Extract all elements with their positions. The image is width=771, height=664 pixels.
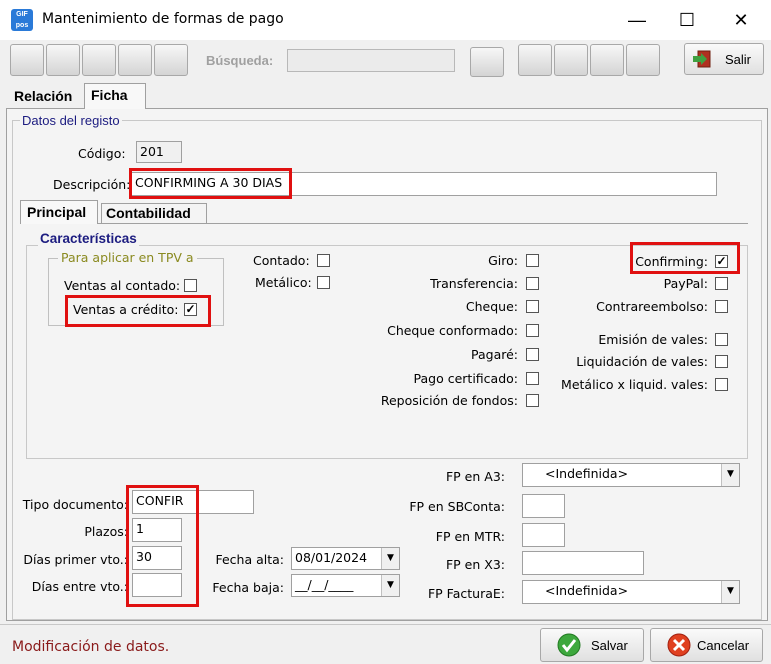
cancel-icon xyxy=(667,633,691,657)
highlight-plazos xyxy=(126,485,199,607)
metalico-liquid-vales-checkbox[interactable] xyxy=(715,378,728,391)
cheque-conformado-checkbox[interactable] xyxy=(526,324,539,337)
ventas-contado-checkbox[interactable] xyxy=(184,279,197,292)
save-button[interactable]: Salvar xyxy=(540,628,644,662)
emision-vales-label: Emisión de vales: xyxy=(598,332,708,347)
transferencia-checkbox[interactable] xyxy=(526,277,539,290)
status-message: Modificación de datos. xyxy=(12,639,170,655)
fp-a3-label: FP en A3: xyxy=(445,469,505,484)
tab-ficha[interactable]: Ficha xyxy=(84,83,146,109)
liquidacion-vales-checkbox[interactable] xyxy=(715,355,728,368)
tpv-group-title: Para aplicar en TPV a xyxy=(58,250,197,265)
fp-a3-select[interactable]: <Indefinida> ▼ xyxy=(522,463,740,487)
app-icon: GIF pos xyxy=(11,9,33,31)
fecha-baja-label: Fecha baja: xyxy=(212,580,284,595)
tab-relacion[interactable]: Relación xyxy=(14,88,72,104)
caracteristicas-title: Características xyxy=(38,231,139,246)
exit-button[interactable]: Salir xyxy=(684,43,764,75)
fp-facturae-dropdown-icon[interactable]: ▼ xyxy=(721,581,739,603)
minimize-button[interactable]: — xyxy=(612,0,662,40)
giro-checkbox[interactable] xyxy=(526,254,539,267)
fp-mtr-label: FP en MTR: xyxy=(435,529,505,544)
descripcion-label: Descripción: xyxy=(53,177,131,192)
cheque-label: Cheque: xyxy=(465,299,518,314)
fecha-alta-field[interactable]: 08/01/2024 ▼ xyxy=(291,547,400,570)
close-button[interactable]: ✕ xyxy=(716,0,766,40)
toolbar-button-3[interactable] xyxy=(82,44,116,76)
contrareembolso-label: Contrareembolso: xyxy=(596,299,708,314)
toolbar-button-8[interactable] xyxy=(554,44,588,76)
cancel-button[interactable]: Cancelar xyxy=(650,628,763,662)
dias-entre-label: Días entre vto.: xyxy=(31,579,128,594)
fp-sbconta-field[interactable] xyxy=(522,494,565,518)
fecha-baja-field[interactable]: __/__/____ ▼ xyxy=(291,574,400,597)
fp-mtr-field[interactable] xyxy=(522,523,565,547)
paypal-label: PayPal: xyxy=(663,276,708,291)
save-label: Salvar xyxy=(591,638,628,653)
search-label: Búsqueda: xyxy=(206,53,274,68)
toolbar-button-1[interactable] xyxy=(10,44,44,76)
check-icon xyxy=(557,633,581,657)
record-group-title: Datos del registo xyxy=(20,113,122,128)
fp-facturae-label: FP FacturaE: xyxy=(427,586,505,601)
fecha-baja-value: __/__/____ xyxy=(295,577,354,592)
fp-facturae-select[interactable]: <Indefinida> ▼ xyxy=(522,580,740,604)
fp-sbconta-label: FP en SBConta: xyxy=(409,499,505,514)
fp-x3-field[interactable] xyxy=(522,551,644,575)
search-input[interactable] xyxy=(287,49,455,72)
pagare-checkbox[interactable] xyxy=(526,348,539,361)
metalico-label: Metálico: xyxy=(255,275,312,290)
fp-x3-label: FP en X3: xyxy=(445,557,505,572)
exit-label: Salir xyxy=(725,52,752,67)
fecha-alta-label: Fecha alta: xyxy=(215,552,284,567)
tab-contabilidad[interactable]: Contabilidad xyxy=(101,203,207,224)
maximize-button[interactable]: ☐ xyxy=(662,0,712,40)
toolbar-button-9[interactable] xyxy=(590,44,624,76)
ventas-contado-label: Ventas al contado: xyxy=(64,278,181,293)
highlight-descripcion xyxy=(129,168,292,199)
highlight-confirming xyxy=(630,242,740,274)
window-title: Mantenimiento de formas de pago xyxy=(42,11,284,27)
contado-label: Contado: xyxy=(253,253,310,268)
tipo-documento-label: Tipo documento: xyxy=(22,497,128,512)
exit-icon xyxy=(693,50,711,68)
toolbar-button-4[interactable] xyxy=(118,44,152,76)
contrareembolso-checkbox[interactable] xyxy=(715,300,728,313)
emision-vales-checkbox[interactable] xyxy=(715,333,728,346)
liquidacion-vales-label: Liquidación de vales: xyxy=(576,354,708,369)
giro-label: Giro: xyxy=(488,253,518,268)
dias-primer-label: Días primer vto.: xyxy=(23,552,128,567)
fp-a3-dropdown-icon[interactable]: ▼ xyxy=(721,464,739,486)
pago-certificado-checkbox[interactable] xyxy=(526,372,539,385)
reposicion-fondos-label: Reposición de fondos: xyxy=(380,393,518,408)
fecha-baja-dropdown-icon[interactable]: ▼ xyxy=(381,575,399,596)
metalico-liquid-vales-label: Metálico x liquid. vales: xyxy=(561,377,708,392)
metalico-checkbox[interactable] xyxy=(317,276,330,289)
highlight-ventas-credito xyxy=(65,295,211,327)
status-divider xyxy=(0,624,771,625)
pagare-label: Pagaré: xyxy=(471,347,518,362)
cheque-conformado-label: Cheque conformado: xyxy=(387,323,518,338)
paypal-checkbox[interactable] xyxy=(715,277,728,290)
fp-a3-value: <Indefinida> xyxy=(545,466,629,481)
transferencia-label: Transferencia: xyxy=(430,276,518,291)
toolbar-button-6[interactable] xyxy=(470,47,504,77)
fp-facturae-value: <Indefinida> xyxy=(545,583,629,598)
cheque-checkbox[interactable] xyxy=(526,300,539,313)
toolbar-button-10[interactable] xyxy=(626,44,660,76)
toolbar-button-5[interactable] xyxy=(154,44,188,76)
fecha-alta-value: 08/01/2024 xyxy=(295,550,368,565)
fecha-alta-dropdown-icon[interactable]: ▼ xyxy=(381,548,399,569)
tab-principal[interactable]: Principal xyxy=(20,200,98,224)
toolbar-button-7[interactable] xyxy=(518,44,552,76)
plazos-label: Plazos: xyxy=(84,524,128,539)
toolbar-button-2[interactable] xyxy=(46,44,80,76)
reposicion-fondos-checkbox[interactable] xyxy=(526,394,539,407)
codigo-field[interactable]: 201 xyxy=(136,141,182,163)
codigo-label: Código: xyxy=(78,146,126,161)
contado-checkbox[interactable] xyxy=(317,254,330,267)
pago-certificado-label: Pago certificado: xyxy=(413,371,518,386)
cancel-label: Cancelar xyxy=(697,638,750,653)
